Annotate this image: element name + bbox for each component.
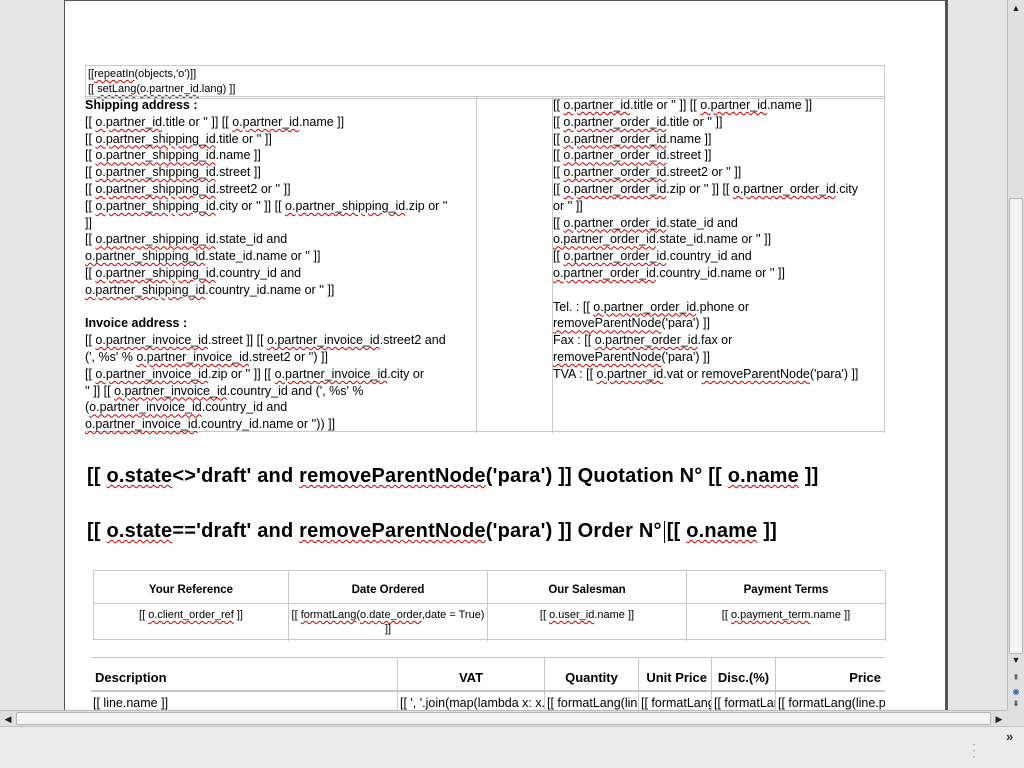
template-line: [[ o.partner_order_id.zip or '' ]] [[ o.… <box>553 181 858 196</box>
setlang-line: [[ setLang(o.partner_id.lang) ]] <box>88 83 236 95</box>
overflow-chevron-icon[interactable]: » <box>1006 729 1013 744</box>
line-column[interactable]: Description [[ line.name ]] <box>91 658 397 710</box>
template-line: Invoice address : <box>85 316 188 331</box>
template-line: [[ o.partner_shipping_id.country_id and <box>85 265 302 280</box>
scroll-right-button[interactable]: ▶ <box>991 711 1007 727</box>
line-column-value: [[ formatLang(line.price_unit) ]] <box>641 696 711 710</box>
template-line: [[ o.partner_invoice_id.zip or '' ]] [[ … <box>85 366 424 381</box>
horizontal-scrollbar[interactable]: ◀ ▶ <box>0 710 1007 726</box>
writer-window: [[repeatIn(objects,'o')]] [[ setLang(o.p… <box>0 0 1024 768</box>
line-column-header: Quantity <box>545 658 638 692</box>
line-column-value: [[ formatLang(line.product_uos_qty) ]] <box>547 696 638 710</box>
document-page[interactable]: [[repeatIn(objects,'o')]] [[ setLang(o.p… <box>64 0 946 710</box>
order-heading[interactable]: [[ o.state=='draft' and removeParentNode… <box>87 520 777 543</box>
quotation-heading-text: [[ o.state<>'draft' and removeParentNode… <box>87 465 819 487</box>
line-column-header: Unit Price <box>639 658 711 692</box>
template-line: [[ o.partner_order_id.street2 or '' ]] <box>553 165 742 180</box>
template-line: removeParentNode('para') ]] <box>553 316 710 331</box>
template-line: [[ o.partner_shipping_id.street ]] <box>85 165 261 180</box>
template-line: [[ o.partner_order_id.name ]] <box>553 131 712 146</box>
template-line: [[ o.partner_order_id.state_id and <box>553 215 738 230</box>
template-line: [[ o.partner_id.title or '' ]] [[ o.part… <box>553 98 813 112</box>
template-line: o.partner_order_id.country_id.name or ''… <box>553 265 785 280</box>
template-line: [[ o.partner_shipping_id.title or '' ]] <box>85 131 272 146</box>
info-column-header: Your Reference <box>94 571 288 604</box>
quotation-heading[interactable]: [[ o.state<>'draft' and removeParentNode… <box>87 465 818 488</box>
info-column[interactable]: Date Ordered [[ formatLang(o.date_order,d… <box>289 571 488 641</box>
address-cell-spacer[interactable] <box>476 97 552 433</box>
scroll-left-button[interactable]: ◀ <box>0 711 16 727</box>
info-column-header: Payment Terms <box>687 571 885 604</box>
vertical-scroll-thumb[interactable] <box>1009 198 1023 654</box>
info-column-header: Our Salesman <box>488 571 686 604</box>
line-column-header: VAT <box>398 658 544 692</box>
line-column[interactable]: Price [[ formatLang(line.price_subtotal) … <box>775 658 885 710</box>
template-line: (o.partner_invoice_id.country_id and <box>85 400 288 415</box>
template-line <box>553 282 884 299</box>
line-column-value: [[ ', '.join(map(lambda x: x.name, line.… <box>400 696 544 710</box>
line-column[interactable]: Quantity [[ formatLang(line.product_uos_q… <box>544 658 638 710</box>
line-column-value: [[ line.name ]] <box>93 696 169 710</box>
info-column-value: [[ o.user_id.name ]] <box>539 609 635 621</box>
template-line: [[ o.partner_shipping_id.state_id and <box>85 232 288 247</box>
line-column-header: Disc.(%) <box>712 658 775 692</box>
template-line: Shipping address : <box>85 98 198 112</box>
template-line: [[ o.partner_order_id.title or '' ]] <box>553 114 723 129</box>
line-column[interactable]: Unit Price [[ formatLang(line.price_unit)… <box>638 658 711 710</box>
template-line: o.partner_shipping_id.state_id.name or '… <box>85 249 321 264</box>
template-line: o.partner_order_id.state_id.name or '' ]… <box>553 232 772 247</box>
address-cell-right[interactable]: [[ o.partner_id.title or '' ]] [[ o.part… <box>552 97 885 433</box>
document-viewport[interactable]: [[repeatIn(objects,'o')]] [[ setLang(o.p… <box>0 0 1007 710</box>
page-edge <box>946 0 948 710</box>
line-column-header: Price <box>776 658 885 692</box>
resize-grip-icon[interactable]: · · · <box>972 738 976 762</box>
line-column[interactable]: Disc.(%) [[ formatLang(line.discount) ]] <box>711 658 775 710</box>
info-column-value: [[ o.payment_term.name ]] <box>721 609 851 621</box>
info-column[interactable]: Your Reference [[ o.client_order_ref ]] <box>94 571 289 641</box>
order-heading-name: [[ o.name ]] <box>666 520 777 542</box>
template-line: TVA : [[ o.partner_id.vat or removeParen… <box>553 366 859 381</box>
address-table: Shipping address : [[ o.partner_id.title … <box>85 96 885 433</box>
template-line: [[ o.partner_shipping_id.city or '' ]] [… <box>85 198 448 213</box>
template-line: o.partner_shipping_id.country_id.name or… <box>85 282 335 297</box>
order-heading-text: [[ o.state=='draft' and removeParentNode… <box>87 520 662 542</box>
repeat-section[interactable]: [[repeatIn(objects,'o')]] [[ setLang(o.p… <box>85 65 885 99</box>
template-line: Fax : [[ o.partner_order_id.fax or <box>553 333 733 348</box>
repeat-line: [[repeatIn(objects,'o')]] <box>88 68 197 80</box>
template-line <box>85 299 476 316</box>
scrollbar-corner <box>1007 710 1024 726</box>
address-cell-left[interactable]: Shipping address : [[ o.partner_id.title … <box>85 97 476 433</box>
line-column-header: Description <box>91 658 397 692</box>
info-column-value: [[ formatLang(o.date_order,date = True) … <box>291 609 485 635</box>
line-column-value: [[ formatLang(line.price_subtotal) ]] <box>778 696 885 710</box>
info-column-header: Date Ordered <box>289 571 487 604</box>
scroll-up-button[interactable]: ▲ <box>1008 0 1024 16</box>
line-column[interactable]: VAT [[ ', '.join(map(lambda x: x.name, li… <box>397 658 544 710</box>
template-line: [[ o.partner_shipping_id.street2 or '' ]… <box>85 181 291 196</box>
order-lines-table: Description [[ line.name ]] VAT [[ ', '.joi… <box>91 657 885 710</box>
template-line: removeParentNode('para') ]] <box>553 349 710 364</box>
info-column-value: [[ o.client_order_ref ]] <box>139 609 243 621</box>
template-line: '' ]] [[ o.partner_invoice_id.country_id… <box>85 383 364 398</box>
status-bar: · · · » <box>0 726 1024 768</box>
template-line: (', %s' % o.partner_invoice_id.street2 o… <box>85 349 328 364</box>
template-line: o.partner_invoice_id.country_id.name or … <box>85 417 336 432</box>
template-line: Tel. : [[ o.partner_order_id.phone or <box>553 299 749 314</box>
text-cursor <box>663 520 665 543</box>
template-line: [[ o.partner_invoice_id.street ]] [[ o.p… <box>85 333 446 348</box>
template-line: [[ o.partner_order_id.street ]] <box>553 148 712 163</box>
info-column[interactable]: Our Salesman [[ o.user_id.name ]] <box>488 571 687 641</box>
template-line: [[ o.partner_shipping_id.name ]] <box>85 148 261 163</box>
template-line: ]] <box>85 215 92 230</box>
horizontal-scroll-thumb[interactable] <box>16 712 991 725</box>
order-info-table: Your Reference [[ o.client_order_ref ]] Da… <box>93 570 886 641</box>
scroll-down-button[interactable]: ▼ <box>1008 652 1024 668</box>
vertical-scrollbar[interactable]: ▲ ▼ ⇞ ◉ ⇟ <box>1007 0 1024 710</box>
template-line: [[ o.partner_id.title or '' ]] [[ o.part… <box>85 114 345 129</box>
template-line: [[ o.partner_order_id.country_id and <box>553 249 752 264</box>
template-line: or '' ]] <box>553 198 583 213</box>
line-column-value: [[ formatLang(line.discount) ]] <box>714 696 775 710</box>
info-column[interactable]: Payment Terms [[ o.payment_term.name ]] <box>687 571 886 641</box>
